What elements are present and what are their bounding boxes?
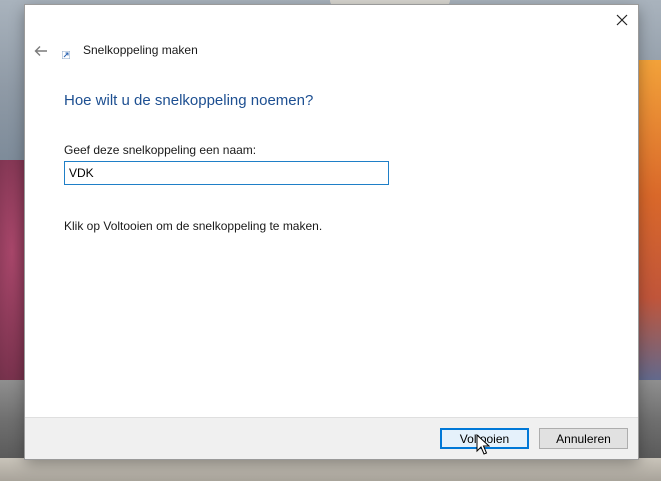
dialog-footer: Voltooien Annuleren <box>25 417 638 459</box>
shortcut-icon <box>62 51 70 59</box>
desktop-background-bench <box>0 458 661 481</box>
instruction-text: Klik op Voltooien om de snelkoppeling te… <box>64 219 323 233</box>
mouse-cursor-icon <box>476 434 490 455</box>
close-button[interactable] <box>606 5 638 35</box>
name-field-label: Geef deze snelkoppeling een naam: <box>64 143 257 157</box>
shortcut-name-input[interactable] <box>64 161 389 185</box>
create-shortcut-dialog: Snelkoppeling maken Hoe wilt u de snelko… <box>25 5 638 459</box>
page-heading: Hoe wilt u de snelkoppeling noemen? <box>64 92 314 109</box>
close-icon <box>616 14 628 26</box>
back-arrow-icon <box>34 46 47 56</box>
dialog-title: Snelkoppeling maken <box>83 43 198 57</box>
back-button[interactable] <box>31 41 51 61</box>
cancel-button[interactable]: Annuleren <box>539 428 628 449</box>
